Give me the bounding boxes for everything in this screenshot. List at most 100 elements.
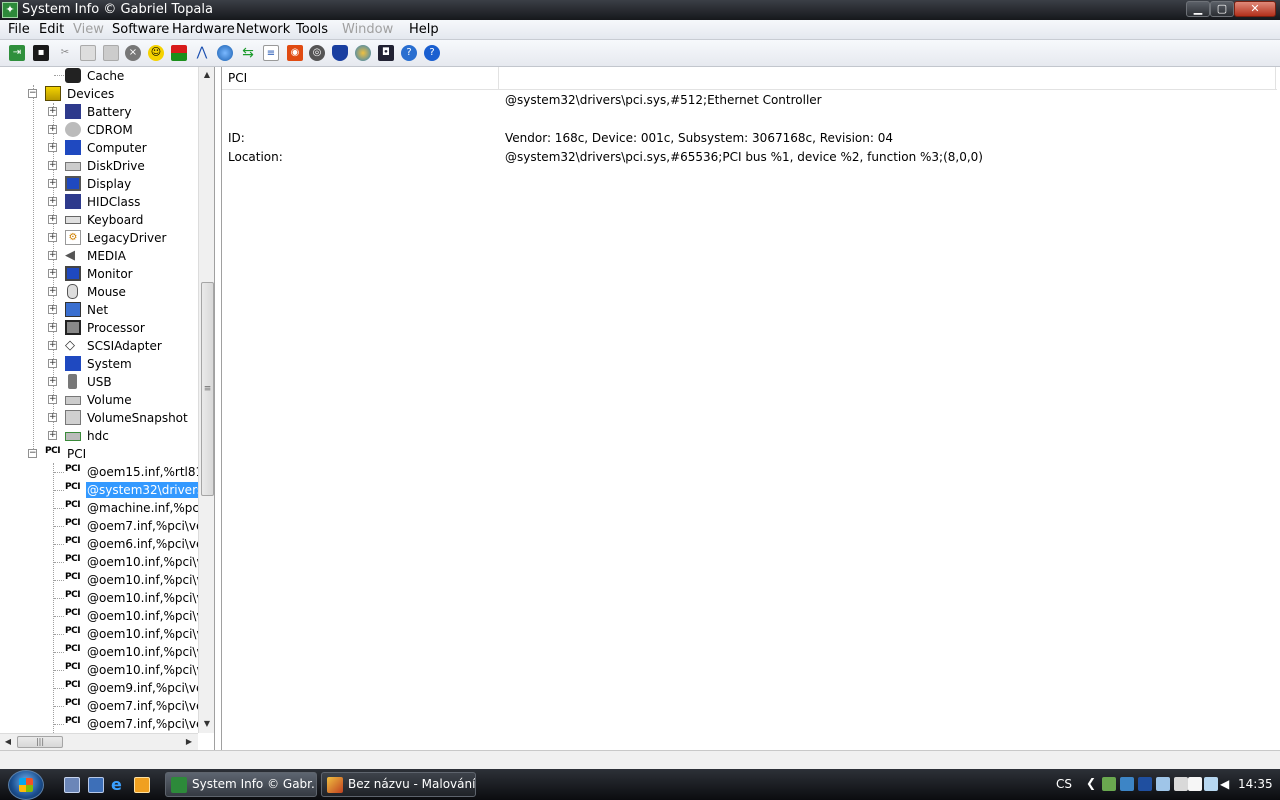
app-icon[interactable]: ✦ [2, 2, 18, 18]
expand-icon[interactable]: + [48, 431, 57, 440]
disc-icon[interactable]: ◎ [309, 45, 325, 61]
tree-horizontal-scrollbar[interactable]: ◀ ||| ▶ [0, 733, 198, 750]
expand-icon[interactable]: + [48, 359, 57, 368]
start-button[interactable] [8, 770, 44, 800]
cut-icon[interactable]: ✂ [57, 45, 73, 61]
smiley-icon[interactable]: ☺ [148, 45, 164, 61]
display-icon [65, 176, 81, 191]
pci-icon: PCI [65, 608, 81, 618]
volume-icon[interactable]: ◀ [1220, 777, 1234, 791]
tree-item-label: System [87, 357, 132, 371]
scroll-right-icon[interactable]: ▶ [181, 734, 197, 750]
language-indicator[interactable]: CS [1056, 777, 1072, 791]
snowflake-icon[interactable] [1156, 777, 1170, 791]
collapse-icon[interactable]: − [28, 449, 37, 458]
report-icon[interactable]: ≡ [263, 45, 279, 61]
stop-icon[interactable]: × [125, 45, 141, 61]
expand-icon[interactable]: + [48, 305, 57, 314]
save-icon[interactable]: ▪ [33, 45, 49, 61]
expand-icon[interactable]: + [48, 107, 57, 116]
app-tray-icon[interactable] [1138, 777, 1152, 791]
scroll-thumb[interactable]: ≡ [201, 282, 214, 496]
details-row[interactable]: Location: @system32\drivers\pci.sys,#655… [222, 149, 1272, 167]
menu-edit[interactable]: Edit [39, 22, 64, 37]
tree-item-label: PCI [67, 447, 87, 461]
expand-icon[interactable]: + [48, 161, 57, 170]
expand-icon[interactable]: + [48, 323, 57, 332]
expand-icon[interactable]: + [48, 395, 57, 404]
scroll-up-icon[interactable]: ▲ [199, 67, 214, 83]
collapse-icon[interactable]: − [28, 89, 37, 98]
system-info-icon [171, 777, 187, 793]
scroll-left-icon[interactable]: ◀ [0, 734, 16, 750]
show-desktop-icon[interactable] [64, 777, 80, 793]
menu-software[interactable]: Software [112, 22, 169, 37]
menu-network[interactable]: Network [236, 22, 290, 37]
details-row[interactable] [222, 111, 1272, 129]
refresh-icon[interactable]: ⇆ [240, 45, 256, 61]
chart-icon[interactable]: ⋀ [194, 45, 210, 61]
tree-vertical-scrollbar[interactable]: ▲ ≡ ▼ [198, 67, 214, 733]
expand-icon[interactable]: + [48, 197, 57, 206]
expand-icon[interactable]: + [48, 269, 57, 278]
details-row[interactable]: @system32\drivers\pci.sys,#512;Ethernet … [222, 92, 1272, 110]
maximize-button[interactable]: ▢ [1210, 1, 1234, 17]
scsi-icon: ◇ [65, 338, 75, 353]
shield-icon[interactable] [332, 45, 348, 61]
menu-hardware[interactable]: Hardware [172, 22, 235, 37]
menu-view[interactable]: View [73, 22, 104, 37]
pci-icon: PCI [65, 680, 81, 690]
window-tray-icon[interactable] [1174, 777, 1188, 791]
taskbar-button-paint[interactable]: Bez názvu - Malování [321, 772, 476, 797]
menu-window[interactable]: Window [342, 22, 393, 37]
menu-tools[interactable]: Tools [296, 22, 328, 37]
tree-item-label: Processor [87, 321, 145, 335]
scroll-thumb[interactable]: ||| [17, 736, 63, 748]
expand-icon[interactable]: + [48, 215, 57, 224]
security-icon[interactable] [1102, 777, 1116, 791]
camera-icon[interactable]: ◘ [378, 45, 394, 61]
expand-icon[interactable]: + [48, 125, 57, 134]
battery-icon [65, 104, 81, 119]
help-icon[interactable]: ? [424, 45, 440, 61]
expand-icon[interactable]: + [48, 143, 57, 152]
expand-icon[interactable]: + [48, 377, 57, 386]
taskbar-button-system-info[interactable]: System Info © Gabr... [165, 772, 317, 797]
scroll-down-icon[interactable]: ▼ [199, 716, 214, 732]
globe-icon[interactable] [217, 45, 233, 61]
record-icon[interactable]: ◉ [287, 45, 303, 61]
network-tray-icon[interactable] [1120, 777, 1134, 791]
tree-item-label: @oem9.inf,%pci\ven [87, 681, 211, 695]
copy-icon[interactable] [80, 45, 96, 61]
power-icon[interactable] [1188, 777, 1202, 791]
help-alt-icon[interactable]: ? [401, 45, 417, 61]
internet-explorer-icon[interactable]: e [111, 777, 127, 793]
clock[interactable]: 14:35 [1238, 777, 1273, 791]
export-icon[interactable]: ⇥ [9, 45, 25, 61]
expand-icon[interactable]: + [48, 287, 57, 296]
expand-icon[interactable]: + [48, 413, 57, 422]
network-connection-icon[interactable] [1204, 777, 1218, 791]
paste-icon[interactable] [103, 45, 119, 61]
details-row[interactable]: ID: Vendor: 168c, Device: 001c, Subsyste… [222, 130, 1272, 148]
details-header[interactable]: PCI [222, 67, 1277, 90]
color-icon[interactable] [171, 45, 187, 61]
tree-pane[interactable]: Cache − Devices + Battery + CDROM + Compute… [0, 67, 215, 750]
switch-windows-icon[interactable] [88, 777, 104, 793]
minimize-button[interactable]: ▁ [1186, 1, 1210, 17]
column-divider[interactable] [498, 67, 499, 89]
column-divider[interactable] [1275, 67, 1276, 89]
show-hidden-icons-icon[interactable]: ❮ [1086, 776, 1096, 790]
media-player-icon[interactable] [134, 777, 150, 793]
menu-file[interactable]: File [8, 22, 30, 37]
pci-icon: PCI [65, 464, 81, 474]
expand-icon[interactable]: + [48, 233, 57, 242]
menu-help[interactable]: Help [409, 22, 439, 37]
expand-icon[interactable]: + [48, 179, 57, 188]
close-button[interactable]: ✕ [1234, 1, 1276, 17]
expand-icon[interactable]: + [48, 251, 57, 260]
expand-icon[interactable]: + [48, 341, 57, 350]
pci-icon: PCI [65, 590, 81, 600]
details-value: Vendor: 168c, Device: 001c, Subsystem: 3… [505, 131, 893, 145]
network-icon[interactable] [355, 45, 371, 61]
